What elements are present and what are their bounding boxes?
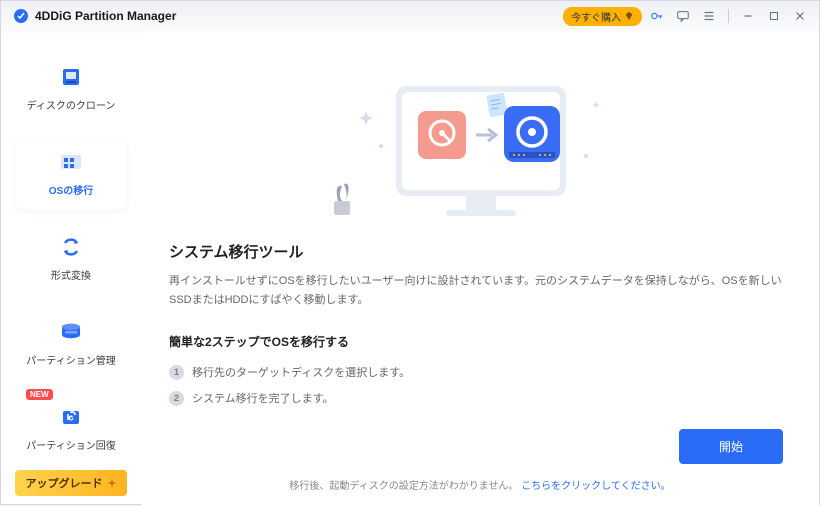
disk-clone-icon [57,63,85,91]
sidebar-item-format-convert[interactable]: 形式変換 [16,225,126,294]
close-button[interactable] [789,5,811,27]
sidebar-item-label: パーティション管理 [26,352,115,367]
maximize-button[interactable] [763,5,785,27]
step-item: 2 システム移行を完了します。 [169,390,783,406]
key-icon[interactable] [646,5,668,27]
new-badge: NEW [26,389,53,400]
diamond-icon [624,11,634,21]
menu-icon[interactable] [698,5,720,27]
step-text: 移行先のターゲットディスクを選択します。 [192,364,410,380]
partition-recover-icon [57,403,85,431]
titlebar: 4DDiG Partition Manager 今すぐ購入 [1,1,819,31]
page-description: 再インストールせずにOSを移行したいユーザー向けに設計されています。元のシステム… [169,272,783,309]
titlebar-right: 今すぐ購入 [563,5,811,27]
page-heading: システム移行ツール [169,241,783,262]
sidebar-item-label: 形式変換 [51,267,91,282]
start-button[interactable]: 開始 [679,429,783,464]
sidebar-item-partition-recover[interactable]: NEW パーティション回復 [16,395,126,464]
upgrade-button[interactable]: アップグレード [15,470,127,496]
upgrade-label: アップグレード [26,475,103,491]
footer-text: 移行後、起動ディスクの設定方法がわかりません。 [289,481,518,492]
footer-link[interactable]: こちらをクリックしてください。 [521,481,670,492]
app-title: 4DDiG Partition Manager [35,9,563,23]
sidebar-item-label: OSの移行 [49,182,93,197]
app-window: 4DDiG Partition Manager 今すぐ購入 [0,0,820,505]
sidebar: ディスクのクローン OSの移行 形式変換 パーティション管理 [1,31,141,506]
app-logo-icon [13,8,29,24]
footer-note: 移行後、起動ディスクの設定方法がわかりません。 こちらをクリックしてください。 [141,477,819,492]
minimize-button[interactable] [737,5,759,27]
partition-mgmt-icon [57,318,85,346]
sidebar-item-partition-mgmt[interactable]: パーティション管理 [16,310,126,379]
body: ディスクのクローン OSの移行 形式変換 パーティション管理 [1,31,819,506]
divider [728,9,729,23]
step-item: 1 移行先のターゲットディスクを選択します。 [169,364,783,380]
hero-illustration [169,51,783,241]
step-number-icon: 2 [169,391,184,406]
buy-now-button[interactable]: 今すぐ購入 [563,7,642,26]
chat-icon[interactable] [672,5,694,27]
main-panel: システム移行ツール 再インストールせずにOSを移行したいユーザー向けに設計されて… [141,31,819,506]
sidebar-item-label: ディスクのクローン [27,97,116,112]
buy-label: 今すぐ購入 [571,9,621,24]
sidebar-item-disk-clone[interactable]: ディスクのクローン [16,55,126,124]
step-number-icon: 1 [169,365,184,380]
os-migrate-icon [57,148,85,176]
sparkle-icon [107,478,117,488]
sidebar-item-os-migrate[interactable]: OSの移行 [16,140,126,209]
format-convert-icon [57,233,85,261]
page-subheading: 簡単な2ステップでOSを移行する [169,333,783,350]
sidebar-item-label: パーティション回復 [26,437,115,452]
step-text: システム移行を完了します。 [192,390,334,406]
